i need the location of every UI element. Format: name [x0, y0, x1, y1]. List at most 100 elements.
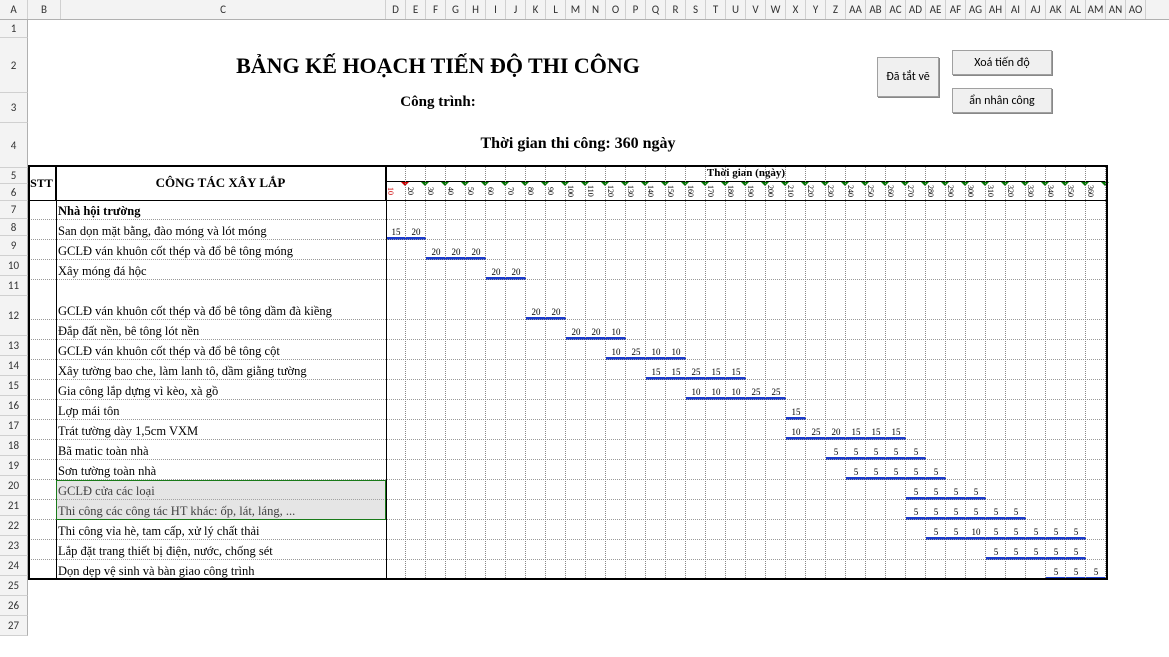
- row-header[interactable]: 14: [0, 356, 28, 376]
- gantt-zone: 202010: [386, 320, 1106, 340]
- column-header[interactable]: AO: [1126, 0, 1146, 19]
- row-header[interactable]: 5: [0, 168, 28, 184]
- row-header[interactable]: 2: [0, 38, 28, 93]
- column-header[interactable]: I: [486, 0, 506, 19]
- column-header[interactable]: AN: [1106, 0, 1126, 19]
- column-header[interactable]: V: [746, 0, 766, 19]
- row-header[interactable]: 16: [0, 396, 28, 416]
- task-row[interactable]: Sơn tường toàn nhà55555: [28, 460, 1108, 480]
- row-header[interactable]: 19: [0, 456, 28, 476]
- column-header[interactable]: F: [426, 0, 446, 19]
- gantt-value: 5: [1066, 527, 1086, 537]
- column-header[interactable]: H: [466, 0, 486, 19]
- gantt-value: 15: [726, 367, 746, 377]
- task-row[interactable]: Lợp mái tôn15: [28, 400, 1108, 420]
- column-header[interactable]: AB: [866, 0, 886, 19]
- column-header[interactable]: AH: [986, 0, 1006, 19]
- day-header: 90: [546, 182, 566, 200]
- column-header[interactable]: S: [686, 0, 706, 19]
- row-header[interactable]: 18: [0, 436, 28, 456]
- column-header[interactable]: Y: [806, 0, 826, 19]
- row-header[interactable]: 22: [0, 516, 28, 536]
- column-header[interactable]: X: [786, 0, 806, 19]
- task-row[interactable]: Dọn dẹp vệ sinh và bàn giao công trình55…: [28, 560, 1108, 580]
- row-header[interactable]: 26: [0, 596, 28, 616]
- clear-schedule-button[interactable]: Xoá tiến độ: [952, 50, 1052, 75]
- column-header[interactable]: AK: [1046, 0, 1066, 19]
- row-header[interactable]: 25: [0, 576, 28, 596]
- column-header[interactable]: L: [546, 0, 566, 19]
- column-header[interactable]: U: [726, 0, 746, 19]
- row-header[interactable]: 3: [0, 93, 28, 123]
- column-header[interactable]: AL: [1066, 0, 1086, 19]
- toggle-draw-button[interactable]: Đã tắt vẽ: [877, 57, 939, 97]
- column-header[interactable]: Q: [646, 0, 666, 19]
- row-header[interactable]: 27: [0, 616, 28, 636]
- column-header[interactable]: C: [61, 0, 386, 19]
- task-row[interactable]: GCLĐ ván khuôn cốt thép và đổ bê tông cộ…: [28, 340, 1108, 360]
- gantt-zone: 551055555: [386, 520, 1106, 540]
- column-header[interactable]: T: [706, 0, 726, 19]
- task-row[interactable]: Nhà hội trường: [28, 200, 1108, 220]
- row-header[interactable]: 20: [0, 476, 28, 496]
- column-header[interactable]: AF: [946, 0, 966, 19]
- column-header[interactable]: D: [386, 0, 406, 19]
- task-row[interactable]: Trát tường dày 1,5cm VXM102520151515: [28, 420, 1108, 440]
- row-header[interactable]: 12: [0, 296, 28, 336]
- column-header[interactable]: K: [526, 0, 546, 19]
- column-header[interactable]: E: [406, 0, 426, 19]
- row-header[interactable]: 8: [0, 219, 28, 236]
- row-header[interactable]: 7: [0, 201, 28, 219]
- hide-labor-button[interactable]: ẩn nhân công: [952, 88, 1052, 113]
- row-header[interactable]: 11: [0, 276, 28, 296]
- column-header[interactable]: AM: [1086, 0, 1106, 19]
- column-header[interactable]: P: [626, 0, 646, 19]
- gantt-value: 5: [846, 467, 866, 477]
- task-row[interactable]: Xây móng đá hộc2020: [28, 260, 1108, 280]
- column-header[interactable]: AC: [886, 0, 906, 19]
- row-header[interactable]: 13: [0, 336, 28, 356]
- column-header[interactable]: AA: [846, 0, 866, 19]
- column-header[interactable]: W: [766, 0, 786, 19]
- task-row[interactable]: Thi công vỉa hè, tam cấp, xử lý chất thả…: [28, 520, 1108, 540]
- task-row[interactable]: Lắp đặt trang thiết bị điện, nước, chống…: [28, 540, 1108, 560]
- column-headers[interactable]: ABCDEFGHIJKLMNOPQRSTUVWXYZAAABACADAEAFAG…: [0, 0, 1169, 20]
- task-row[interactable]: Xây tường bao che, làm lanh tô, dầm giằn…: [28, 360, 1108, 380]
- task-row[interactable]: San dọn mặt bằng, đào móng và lót móng15…: [28, 220, 1108, 240]
- column-header[interactable]: AD: [906, 0, 926, 19]
- column-header[interactable]: AI: [1006, 0, 1026, 19]
- column-header[interactable]: AJ: [1026, 0, 1046, 19]
- column-header[interactable]: B: [28, 0, 61, 19]
- column-header[interactable]: G: [446, 0, 466, 19]
- task-label: Trát tường dày 1,5cm VXM: [58, 420, 384, 440]
- task-row[interactable]: GCLĐ ván khuôn cốt thép và đổ bê tông dầ…: [28, 280, 1108, 320]
- row-header[interactable]: 6: [0, 184, 28, 201]
- row-headers[interactable]: 1234567891011121314151617181920212223242…: [0, 20, 28, 636]
- cell-selection[interactable]: [56, 480, 386, 520]
- column-header[interactable]: J: [506, 0, 526, 19]
- column-header[interactable]: O: [606, 0, 626, 19]
- row-header[interactable]: 1: [0, 20, 28, 38]
- row-header[interactable]: 17: [0, 416, 28, 436]
- task-row[interactable]: Đắp đất nền, bê tông lót nền202010: [28, 320, 1108, 340]
- task-row[interactable]: GCLĐ ván khuôn cốt thép và đổ bê tông mó…: [28, 240, 1108, 260]
- row-header[interactable]: 4: [0, 123, 28, 168]
- column-header[interactable]: M: [566, 0, 586, 19]
- column-header[interactable]: Z: [826, 0, 846, 19]
- column-header[interactable]: A: [0, 0, 28, 19]
- task-label: Bã matic toàn nhà: [58, 440, 384, 460]
- column-header[interactable]: N: [586, 0, 606, 19]
- row-header[interactable]: 23: [0, 536, 28, 556]
- column-header[interactable]: AE: [926, 0, 946, 19]
- column-header[interactable]: AG: [966, 0, 986, 19]
- task-row[interactable]: Bã matic toàn nhà55555: [28, 440, 1108, 460]
- column-header[interactable]: R: [666, 0, 686, 19]
- row-header[interactable]: 21: [0, 496, 28, 516]
- gantt-zone: 10251010: [386, 340, 1106, 360]
- row-header[interactable]: 9: [0, 236, 28, 256]
- day-header: 70: [506, 182, 526, 200]
- row-header[interactable]: 15: [0, 376, 28, 396]
- task-row[interactable]: Gia công lắp dựng vì kèo, xà gồ101010252…: [28, 380, 1108, 400]
- row-header[interactable]: 24: [0, 556, 28, 576]
- row-header[interactable]: 10: [0, 256, 28, 276]
